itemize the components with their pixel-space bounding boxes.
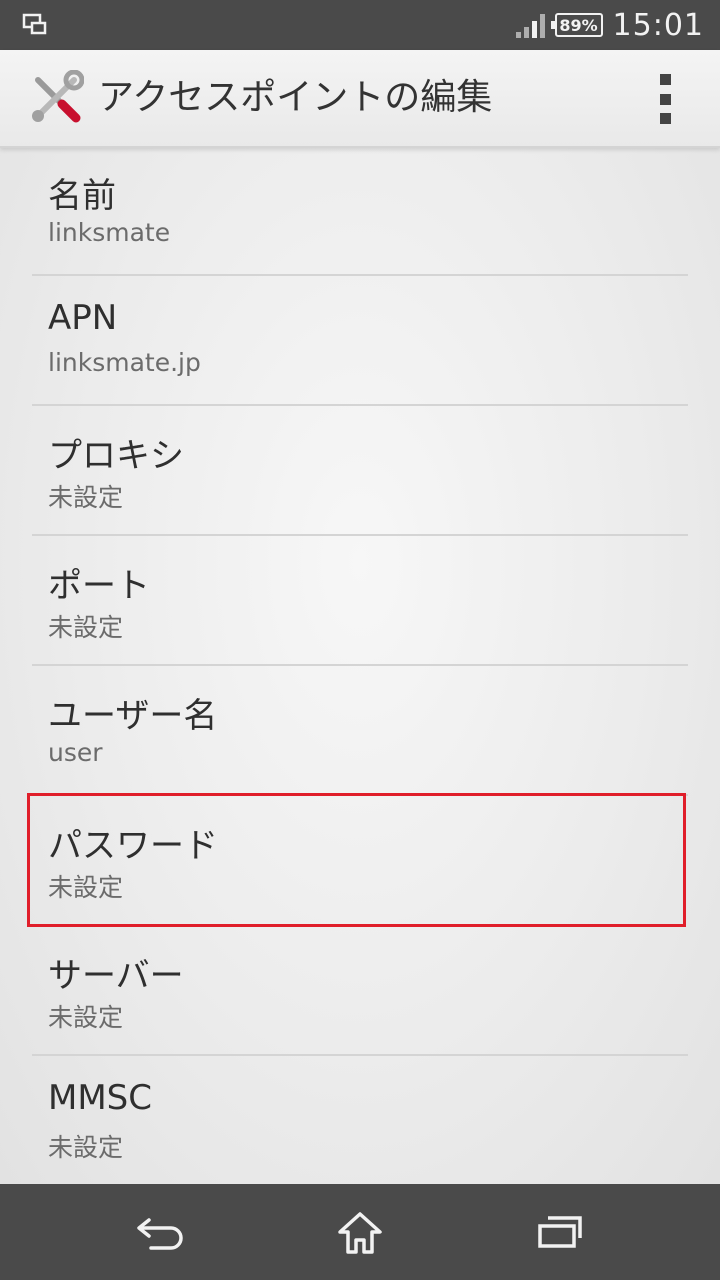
recent-apps-icon[interactable]: [510, 1204, 610, 1260]
setting-server[interactable]: サーバー 未設定: [32, 926, 688, 1056]
setting-proxy[interactable]: プロキシ 未設定: [32, 406, 688, 536]
setting-label: 名前: [48, 176, 116, 216]
setting-value: 未設定: [48, 483, 124, 512]
setting-label: プロキシ: [48, 436, 184, 476]
setting-value: 未設定: [48, 613, 124, 642]
setting-value: 未設定: [48, 1003, 124, 1032]
setting-mmsc[interactable]: MMSC 未設定: [32, 1056, 688, 1184]
signal-icon: [515, 12, 545, 38]
navigation-bar: [0, 1184, 720, 1280]
setting-label: ユーザー名: [48, 696, 218, 736]
setting-label: サーバー: [48, 956, 184, 996]
setting-value: user: [48, 738, 103, 767]
setting-apn[interactable]: APN linksmate.jp: [32, 276, 688, 406]
setting-password[interactable]: パスワード 未設定: [32, 796, 688, 926]
home-icon[interactable]: [310, 1204, 410, 1260]
battery-level: 89%: [559, 15, 598, 35]
action-bar: アクセスポイントの編集: [0, 50, 720, 148]
setting-port[interactable]: ポート 未設定: [32, 536, 688, 666]
battery-icon: 89%: [550, 13, 603, 37]
status-bar: 89% 15:01: [0, 0, 720, 50]
screen-mirror-icon: [22, 13, 48, 41]
setting-value: linksmate.jp: [48, 348, 201, 377]
setting-label: パスワード: [48, 826, 218, 866]
setting-name[interactable]: 名前 linksmate: [32, 148, 688, 276]
back-icon[interactable]: [110, 1204, 210, 1260]
apn-settings-list: 名前 linksmate APN linksmate.jp プロキシ 未設定 ポ…: [0, 148, 720, 1184]
overflow-menu-icon[interactable]: [650, 74, 680, 124]
setting-value: linksmate: [48, 218, 171, 247]
page-title: アクセスポイントの編集: [98, 77, 493, 118]
setting-label: MMSC: [48, 1078, 152, 1118]
setting-value: 未設定: [48, 1133, 124, 1162]
setting-username[interactable]: ユーザー名 user: [32, 666, 688, 796]
setting-value: 未設定: [48, 873, 124, 902]
settings-tools-icon[interactable]: [28, 69, 85, 126]
setting-label: APN: [48, 298, 118, 338]
status-clock: 15:01: [612, 7, 704, 43]
setting-label: ポート: [48, 566, 150, 606]
